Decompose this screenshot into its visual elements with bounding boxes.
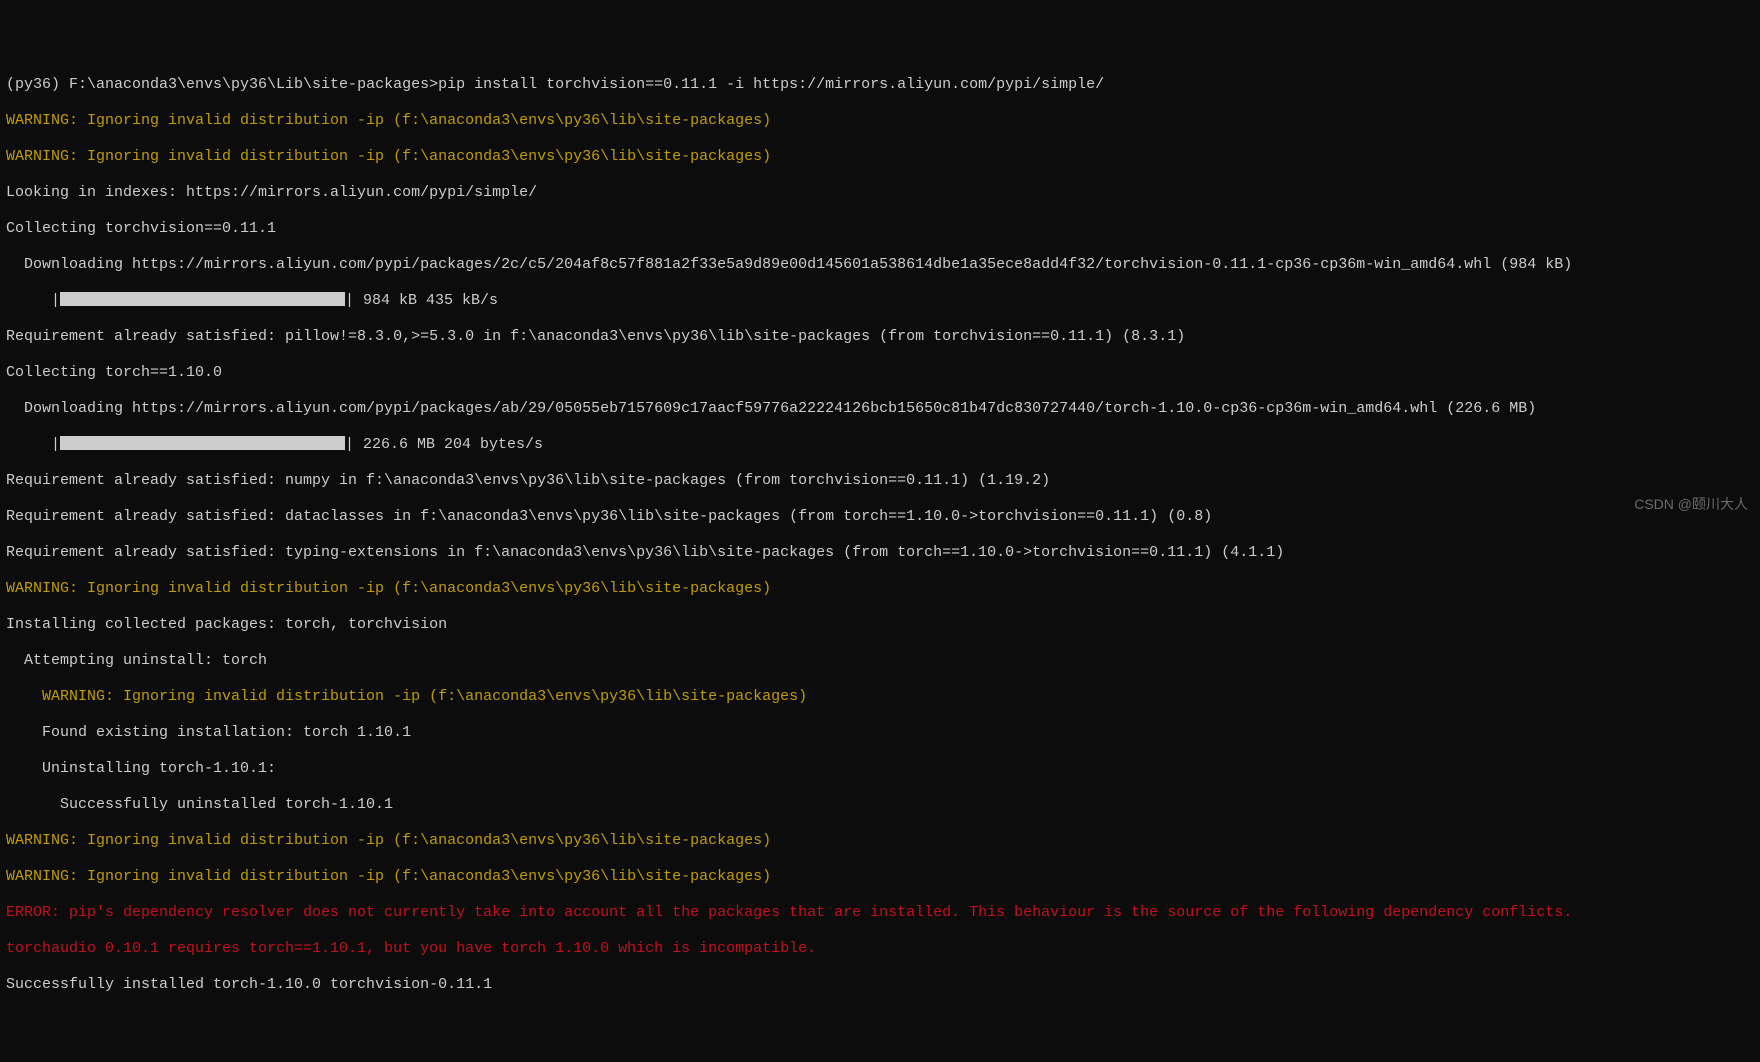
download-torch: Downloading https://mirrors.aliyun.com/p… bbox=[6, 400, 1754, 418]
installing-packages: Installing collected packages: torch, to… bbox=[6, 616, 1754, 634]
watermark: CSDN @颐川大人 bbox=[1634, 496, 1748, 513]
warning-line-4: WARNING: Ignoring invalid distribution -… bbox=[6, 688, 1754, 706]
warning-line-2: WARNING: Ignoring invalid distribution -… bbox=[6, 148, 1754, 166]
command[interactable]: pip install torchvision==0.11.1 -i https… bbox=[438, 76, 1104, 93]
prompt-path: F:\anaconda3\envs\py36\Lib\site-packages… bbox=[69, 76, 438, 93]
req-dataclasses: Requirement already satisfied: dataclass… bbox=[6, 508, 1754, 526]
download-torchvision: Downloading https://mirrors.aliyun.com/p… bbox=[6, 256, 1754, 274]
uninstalled: Successfully uninstalled torch-1.10.1 bbox=[6, 796, 1754, 814]
env-name: (py36) bbox=[6, 76, 69, 93]
success-line: Successfully installed torch-1.10.0 torc… bbox=[6, 976, 1754, 994]
progress-bar-tv bbox=[60, 292, 345, 306]
req-typing: Requirement already satisfied: typing-ex… bbox=[6, 544, 1754, 562]
error-line-2: torchaudio 0.10.1 requires torch==1.10.1… bbox=[6, 940, 1754, 958]
req-pillow: Requirement already satisfied: pillow!=8… bbox=[6, 328, 1754, 346]
collecting-torchvision: Collecting torchvision==0.11.1 bbox=[6, 220, 1754, 238]
found-existing: Found existing installation: torch 1.10.… bbox=[6, 724, 1754, 742]
warning-line-5: WARNING: Ignoring invalid distribution -… bbox=[6, 832, 1754, 850]
attempting-uninstall: Attempting uninstall: torch bbox=[6, 652, 1754, 670]
warning-line-6: WARNING: Ignoring invalid distribution -… bbox=[6, 868, 1754, 886]
progress-torch: || 226.6 MB 204 bytes/s bbox=[6, 436, 1754, 454]
warning-line-1: WARNING: Ignoring invalid distribution -… bbox=[6, 112, 1754, 130]
req-numpy: Requirement already satisfied: numpy in … bbox=[6, 472, 1754, 490]
collecting-torch: Collecting torch==1.10.0 bbox=[6, 364, 1754, 382]
warning-line-3: WARNING: Ignoring invalid distribution -… bbox=[6, 580, 1754, 598]
uninstalling: Uninstalling torch-1.10.1: bbox=[6, 760, 1754, 778]
prompt-line: (py36) F:\anaconda3\envs\py36\Lib\site-p… bbox=[6, 76, 1754, 94]
looking-indexes: Looking in indexes: https://mirrors.aliy… bbox=[6, 184, 1754, 202]
progress-torchvision: || 984 kB 435 kB/s bbox=[6, 292, 1754, 310]
progress-bar-torch bbox=[60, 436, 345, 450]
error-line-1: ERROR: pip's dependency resolver does no… bbox=[6, 904, 1754, 922]
